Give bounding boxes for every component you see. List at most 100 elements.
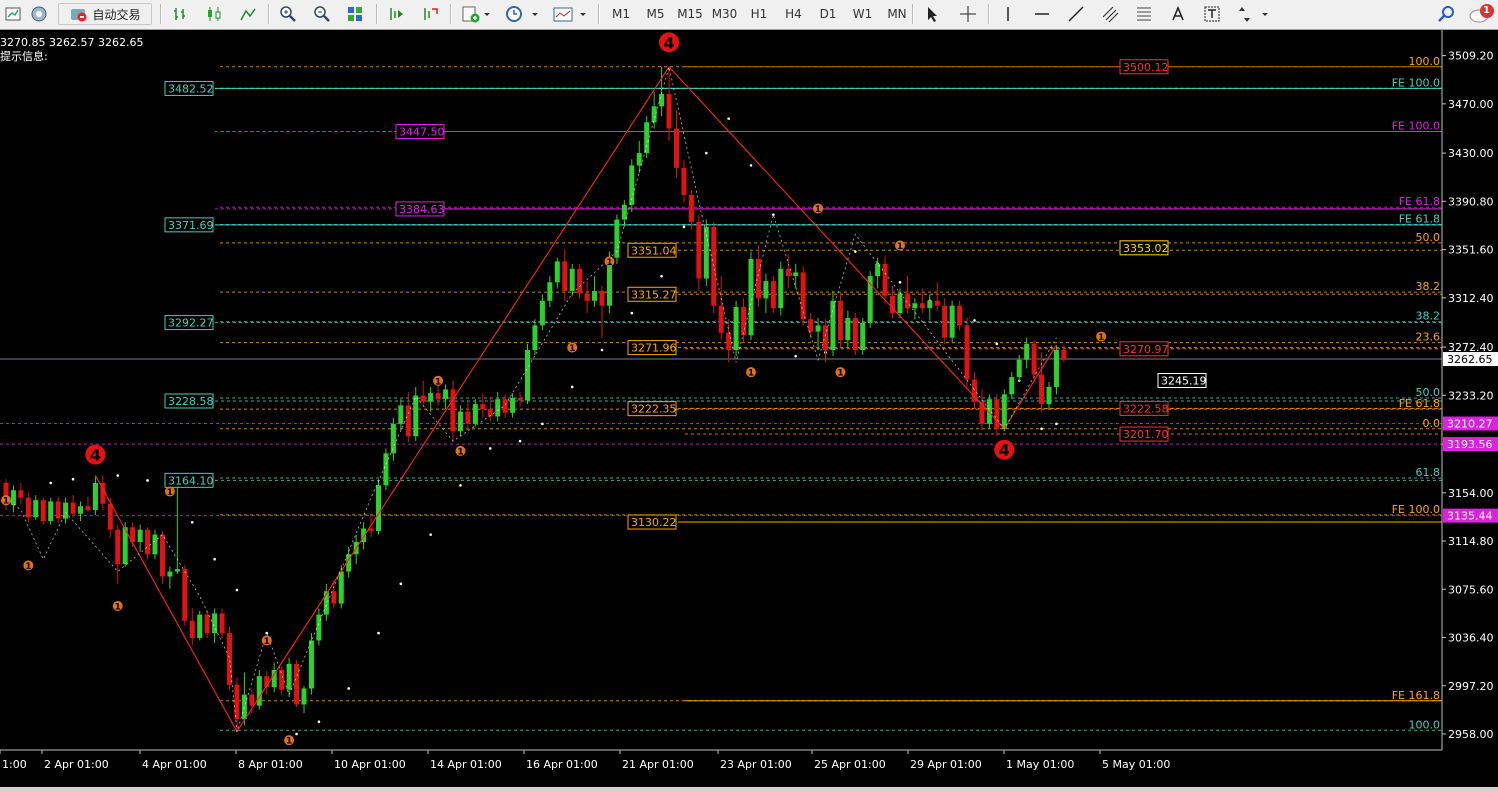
new-chart-button[interactable] bbox=[2, 3, 24, 25]
horizontal-line-tool[interactable] bbox=[1030, 3, 1054, 25]
chart-shift-button[interactable] bbox=[384, 3, 408, 25]
trendline-tool[interactable] bbox=[1064, 3, 1088, 25]
price-chart[interactable]: 3509.20 3470.00 3430.00 3390.80 3351.60 3312.… bbox=[0, 30, 1498, 792]
candle-body bbox=[204, 614, 210, 634]
timeframe-m15[interactable]: M15 bbox=[673, 3, 707, 25]
candle-body bbox=[681, 167, 687, 195]
auto-trading-label: 自动交易 bbox=[92, 7, 141, 22]
left-price-text: 3292.27 bbox=[168, 317, 214, 330]
fibonacci-tool[interactable] bbox=[1132, 3, 1156, 25]
candle-body bbox=[219, 613, 225, 634]
timeframe-m30[interactable]: M30 bbox=[708, 3, 742, 25]
text-tool[interactable] bbox=[1166, 3, 1190, 25]
crosshair-tool-button[interactable] bbox=[956, 3, 980, 25]
search-icon bbox=[1438, 6, 1454, 22]
wave-one-label: 1 bbox=[897, 242, 903, 252]
bar-chart-button[interactable] bbox=[168, 3, 192, 25]
candle-body bbox=[234, 684, 240, 720]
candle-body bbox=[912, 303, 918, 309]
candle-body bbox=[815, 325, 821, 332]
timeframe-h4[interactable]: H4 bbox=[777, 3, 811, 25]
periods-dropdown[interactable] bbox=[502, 3, 542, 25]
price-tick-label: 3351.60 bbox=[1448, 244, 1494, 257]
channel-tool[interactable] bbox=[1098, 3, 1122, 25]
chart-background bbox=[0, 30, 1498, 792]
text-label-tool[interactable] bbox=[1200, 3, 1224, 25]
tile-windows-button[interactable] bbox=[343, 3, 367, 25]
timeframe-d1[interactable]: D1 bbox=[811, 3, 845, 25]
candle-body bbox=[48, 501, 54, 522]
timeframe-h1[interactable]: H1 bbox=[742, 3, 776, 25]
channel-icon bbox=[1102, 6, 1119, 23]
left-price-text: 3384.63 bbox=[399, 203, 445, 216]
candle-body bbox=[18, 490, 24, 498]
candle-body bbox=[562, 261, 568, 291]
crosshair-icon bbox=[960, 6, 976, 22]
candle-body bbox=[435, 393, 441, 400]
sar-dot bbox=[570, 385, 574, 389]
sar-dot bbox=[660, 274, 663, 278]
sar-dot bbox=[518, 439, 522, 443]
arrows-dropdown[interactable] bbox=[1234, 3, 1274, 25]
candle-body bbox=[316, 614, 322, 641]
candle-body bbox=[510, 398, 516, 413]
candle-body bbox=[934, 300, 940, 306]
vertical-line-tool[interactable] bbox=[996, 3, 1020, 25]
candle-body bbox=[457, 411, 463, 432]
fib-level-label: 100.0 bbox=[1409, 718, 1441, 731]
candle-body bbox=[592, 290, 598, 301]
templates-dropdown[interactable] bbox=[550, 3, 590, 25]
market-watch-button[interactable] bbox=[28, 3, 50, 25]
timeframe-m1[interactable]: M1 bbox=[604, 3, 638, 25]
candle-body bbox=[256, 676, 262, 706]
candle-body bbox=[92, 482, 98, 510]
fibonacci-icon bbox=[1137, 7, 1151, 21]
candle-body bbox=[547, 282, 553, 301]
right-price-text: 3353.02 bbox=[1123, 242, 1169, 255]
wave-one-label: 1 bbox=[837, 369, 843, 379]
candle-body bbox=[525, 350, 530, 401]
fib-level-label: FE 161.8 bbox=[1392, 689, 1440, 702]
sar-dot bbox=[399, 582, 403, 586]
zoom-in-button[interactable] bbox=[276, 3, 300, 25]
auto-trading-button[interactable]: 自动交易 bbox=[58, 3, 152, 25]
wave-one-label: 1 bbox=[167, 488, 173, 498]
sar-dot bbox=[116, 474, 120, 477]
timeframe-m5[interactable]: M5 bbox=[639, 3, 673, 25]
mid-price-text: 3351.04 bbox=[631, 244, 677, 257]
time-tick-label: 1 May 01:00 bbox=[1006, 758, 1074, 771]
candle-body bbox=[85, 506, 91, 510]
candle-body bbox=[882, 263, 888, 296]
candle-body bbox=[674, 128, 679, 168]
candle-body bbox=[644, 122, 650, 154]
indicators-dropdown[interactable] bbox=[458, 3, 494, 25]
timeframe-mn[interactable]: MN bbox=[880, 3, 914, 25]
globe-icon bbox=[31, 6, 47, 22]
candle-body bbox=[711, 226, 717, 306]
vertical-line-icon bbox=[1007, 7, 1009, 21]
candlestick-icon bbox=[208, 7, 221, 21]
candlestick-button[interactable] bbox=[202, 3, 226, 25]
add-indicator-icon bbox=[462, 6, 490, 23]
auto-scroll-button[interactable] bbox=[418, 3, 442, 25]
search-button[interactable] bbox=[1434, 3, 1458, 25]
candle-body bbox=[472, 404, 478, 424]
notifications-button[interactable]: 1 bbox=[1466, 3, 1496, 25]
cursor-tool-button[interactable] bbox=[920, 3, 944, 25]
candle-body bbox=[25, 497, 31, 518]
candle-body bbox=[748, 258, 754, 336]
mid-price-text: 3222.35 bbox=[631, 403, 677, 416]
auto-scroll-icon bbox=[424, 8, 438, 20]
text-icon bbox=[1172, 5, 1184, 21]
candle-body bbox=[636, 153, 642, 166]
timeframe-w1[interactable]: W1 bbox=[846, 3, 880, 25]
line-chart-icon bbox=[240, 8, 256, 21]
time-tick-label: 25 Apr 01:00 bbox=[814, 758, 886, 771]
line-chart-button[interactable] bbox=[236, 3, 260, 25]
candle-body bbox=[249, 694, 255, 706]
candle-body bbox=[1016, 359, 1022, 378]
candle-body bbox=[1024, 343, 1030, 360]
zoom-out-button[interactable] bbox=[310, 3, 334, 25]
candle-body bbox=[495, 399, 501, 417]
sar-dot bbox=[854, 250, 857, 253]
